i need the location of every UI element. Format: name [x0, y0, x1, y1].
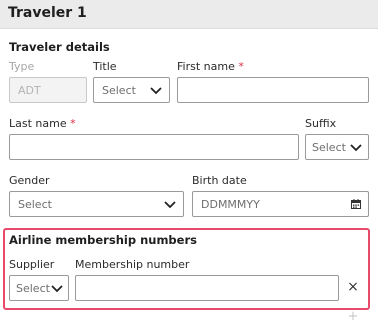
title-selected: Select [102, 84, 136, 97]
chevron-down-icon [350, 144, 362, 152]
gender-label: Gender [9, 174, 50, 187]
first-name-label-text: First name [177, 60, 235, 73]
type-field: ADT [9, 77, 87, 103]
plus-icon[interactable]: + [347, 310, 359, 322]
suffix-label: Suffix [305, 117, 337, 130]
title-label: Title [93, 60, 117, 73]
airline-membership-heading: Airline membership numbers [9, 233, 197, 247]
membership-number-input[interactable] [75, 275, 339, 301]
last-name-label-text: Last name [9, 117, 67, 130]
gender-selected: Select [18, 198, 52, 211]
required-mark: * [70, 117, 76, 130]
suffix-selected: Select [312, 141, 346, 154]
chevron-down-icon [150, 87, 162, 95]
last-name-input[interactable] [9, 134, 299, 160]
supplier-select[interactable]: Select [9, 275, 69, 301]
supplier-selected: Select [16, 282, 50, 295]
traveler-header: Traveler 1 [0, 0, 378, 29]
first-name-input[interactable] [177, 77, 369, 103]
first-name-label: First name * [177, 60, 244, 73]
chevron-down-icon [51, 285, 63, 293]
last-name-label: Last name * [9, 117, 76, 130]
close-icon[interactable]: × [347, 280, 359, 294]
chevron-down-icon [164, 201, 176, 209]
type-label: Type [9, 60, 35, 73]
suffix-select[interactable]: Select [305, 134, 369, 160]
type-value: ADT [18, 84, 41, 97]
traveler-title: Traveler 1 [8, 5, 87, 21]
title-select[interactable]: Select [93, 77, 170, 103]
calendar-icon[interactable] [351, 199, 361, 209]
birth-date-input[interactable]: DDMMMYY [192, 191, 369, 217]
gender-select[interactable]: Select [9, 191, 184, 217]
birth-date-placeholder: DDMMMYY [201, 198, 260, 211]
membership-number-label: Membership number [75, 258, 190, 271]
birth-date-label: Birth date [192, 174, 247, 187]
traveler-details-heading: Traveler details [9, 40, 110, 54]
supplier-label: Supplier [9, 258, 55, 271]
required-mark: * [238, 60, 244, 73]
